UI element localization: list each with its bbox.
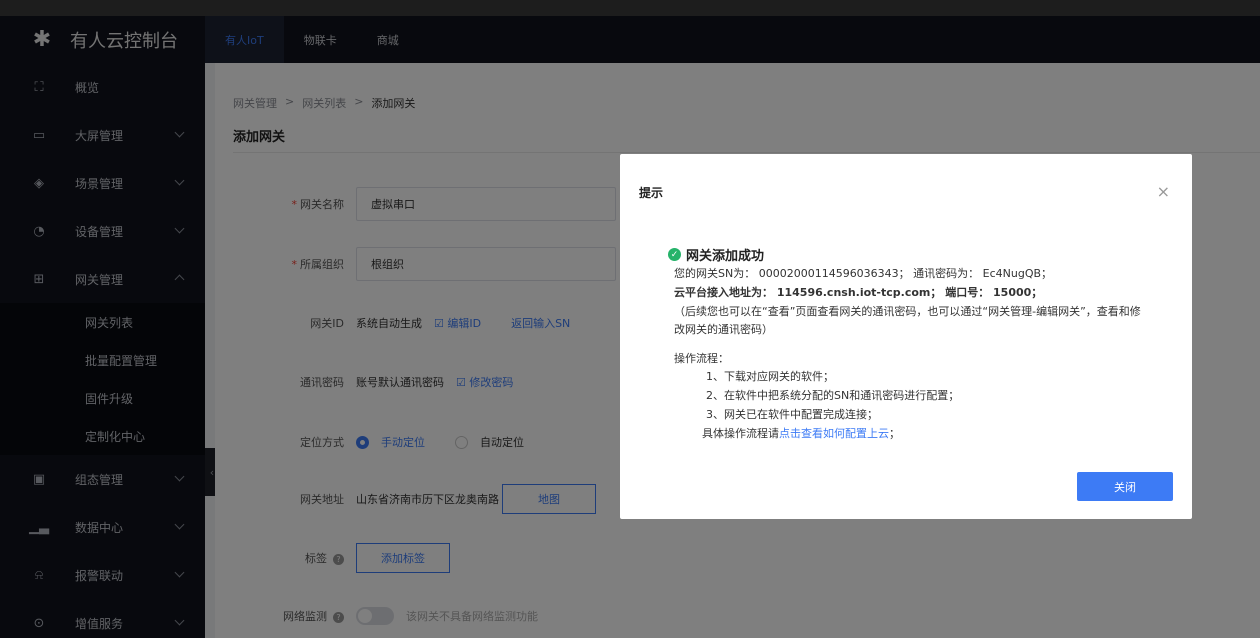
note-line: （后续您也可以在“查看”页面查看网关的通讯密码，也可以通过“网关管理-编辑网关”… (674, 305, 1141, 318)
access-address-line: 云平台接入地址为： 114596.cnsh.iot-tcp.com； 端口号： … (674, 286, 1043, 299)
check-circle-icon: ✓ (668, 248, 681, 261)
close-button[interactable]: 关闭 (1077, 472, 1173, 501)
close-icon[interactable]: × (1157, 182, 1170, 201)
note-line: 改网关的通讯密码） (674, 323, 773, 336)
process-step: 1、下载对应网关的软件； (706, 370, 834, 383)
config-guide-link[interactable]: 点击查看如何配置上云 (779, 427, 889, 440)
dialog-title: 提示 (639, 186, 664, 200)
gateway-sn-line: 您的网关SN为： 00002000114596036343； 通讯密码为： Ec… (674, 267, 1053, 280)
process-detail: 具体操作流程请点击查看如何配置上云； (702, 427, 900, 440)
success-dialog: 提示 × ✓ 网关添加成功 您的网关SN为： 00002000114596036… (620, 154, 1192, 519)
success-heading: ✓ 网关添加成功 (668, 245, 764, 264)
process-step: 3、网关已在软件中配置完成连接； (706, 408, 878, 421)
process-title: 操作流程： (674, 352, 729, 365)
process-step: 2、在软件中把系统分配的SN和通讯密码进行配置； (706, 389, 960, 402)
